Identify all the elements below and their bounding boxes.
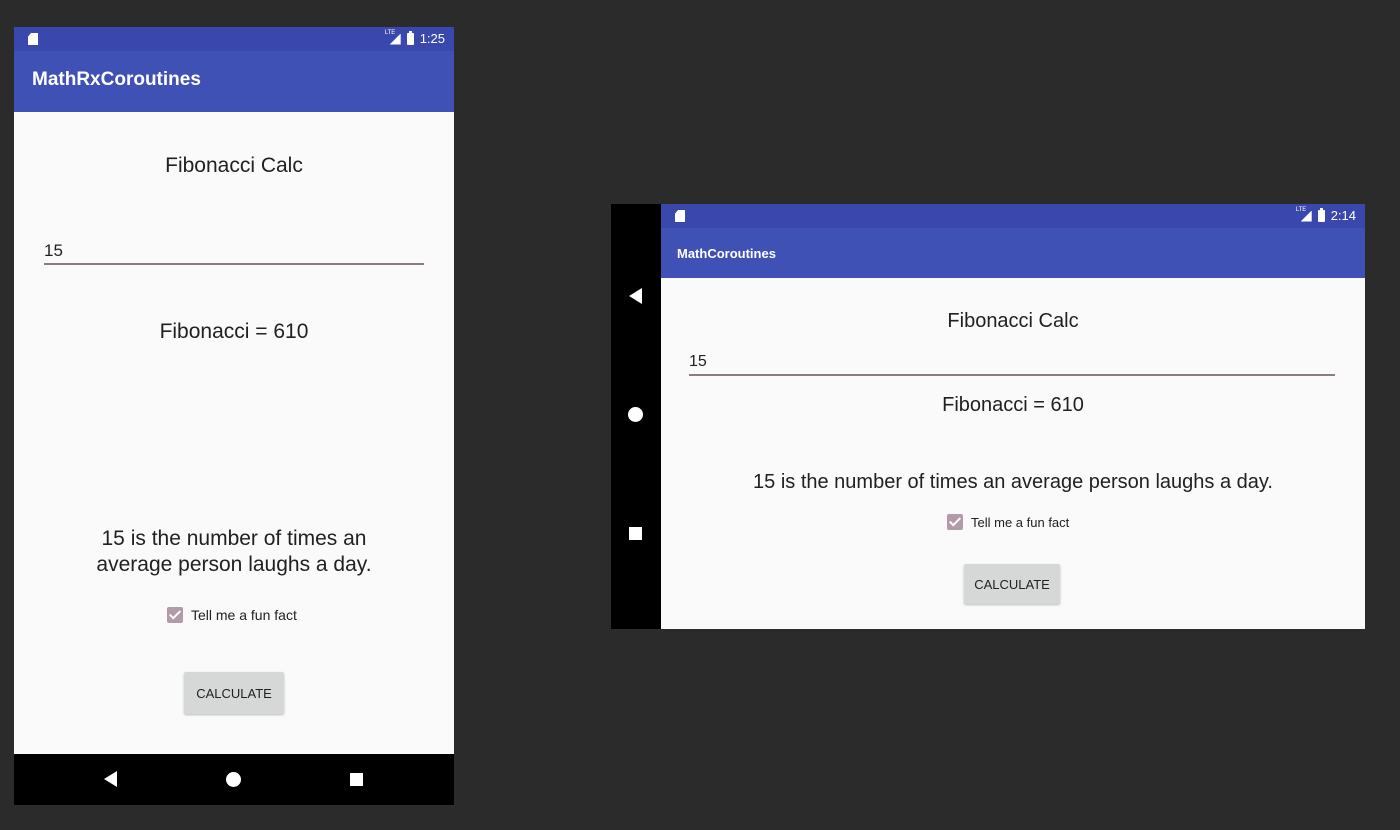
signal-icon: LTE bbox=[1296, 207, 1312, 222]
home-icon[interactable] bbox=[628, 407, 643, 422]
fun-fact-checkbox-row[interactable]: Tell me a fun fact bbox=[167, 607, 297, 623]
number-input[interactable] bbox=[44, 239, 424, 265]
status-bar: LTE 1:25 bbox=[14, 27, 454, 51]
sd-card-icon bbox=[675, 210, 685, 222]
portrait-device: LTE 1:25 MathRxCoroutines Fibonacci Calc… bbox=[14, 27, 454, 805]
fibonacci-result: Fibonacci = 610 bbox=[942, 394, 1084, 416]
main-content: Fibonacci Calc Fibonacci = 610 15 is the… bbox=[14, 112, 454, 754]
status-bar: LTE 2:14 bbox=[661, 204, 1365, 228]
fun-fact-checkbox[interactable] bbox=[947, 514, 963, 530]
home-icon[interactable] bbox=[226, 772, 241, 787]
main-content: Fibonacci Calc Fibonacci = 610 15 is the… bbox=[661, 278, 1365, 629]
status-icons: LTE 1:25 bbox=[385, 30, 445, 47]
signal-icon: LTE bbox=[385, 30, 401, 45]
back-icon[interactable] bbox=[629, 288, 642, 304]
fibonacci-result: Fibonacci = 610 bbox=[159, 320, 309, 343]
landscape-device: LTE 2:14 MathCoroutines Fibonacci Calc F… bbox=[611, 204, 1365, 629]
sd-card-icon bbox=[28, 33, 38, 45]
fun-fact-checkbox[interactable] bbox=[167, 607, 183, 623]
calculate-button[interactable]: CALCULATE bbox=[964, 564, 1060, 604]
status-time: 1:25 bbox=[419, 31, 445, 46]
app-title: MathRxCoroutines bbox=[32, 69, 201, 90]
number-input[interactable] bbox=[689, 350, 1335, 376]
app-bar: MathRxCoroutines bbox=[14, 51, 454, 112]
navigation-bar bbox=[14, 754, 454, 805]
page-heading: Fibonacci Calc bbox=[947, 310, 1079, 332]
fun-fact-text: 15 is the number of times an average per… bbox=[96, 527, 372, 576]
app-bar: MathCoroutines bbox=[661, 228, 1365, 278]
recents-icon[interactable] bbox=[350, 773, 363, 786]
app-title: MathCoroutines bbox=[677, 246, 776, 261]
fun-fact-text: 15 is the number of times an average per… bbox=[753, 471, 1273, 493]
status-icons: LTE 2:14 bbox=[1296, 207, 1356, 224]
status-time: 2:14 bbox=[1330, 208, 1356, 223]
calculate-button[interactable]: CALCULATE bbox=[184, 672, 284, 714]
fun-fact-checkbox-row[interactable]: Tell me a fun fact bbox=[947, 514, 1069, 530]
page-heading: Fibonacci Calc bbox=[165, 154, 303, 177]
back-icon[interactable] bbox=[104, 771, 117, 787]
battery-icon bbox=[406, 30, 414, 45]
checkbox-label: Tell me a fun fact bbox=[971, 514, 1070, 530]
battery-icon bbox=[1317, 207, 1325, 222]
recents-icon[interactable] bbox=[629, 527, 642, 540]
navigation-bar bbox=[611, 204, 661, 629]
checkbox-label: Tell me a fun fact bbox=[191, 607, 297, 623]
